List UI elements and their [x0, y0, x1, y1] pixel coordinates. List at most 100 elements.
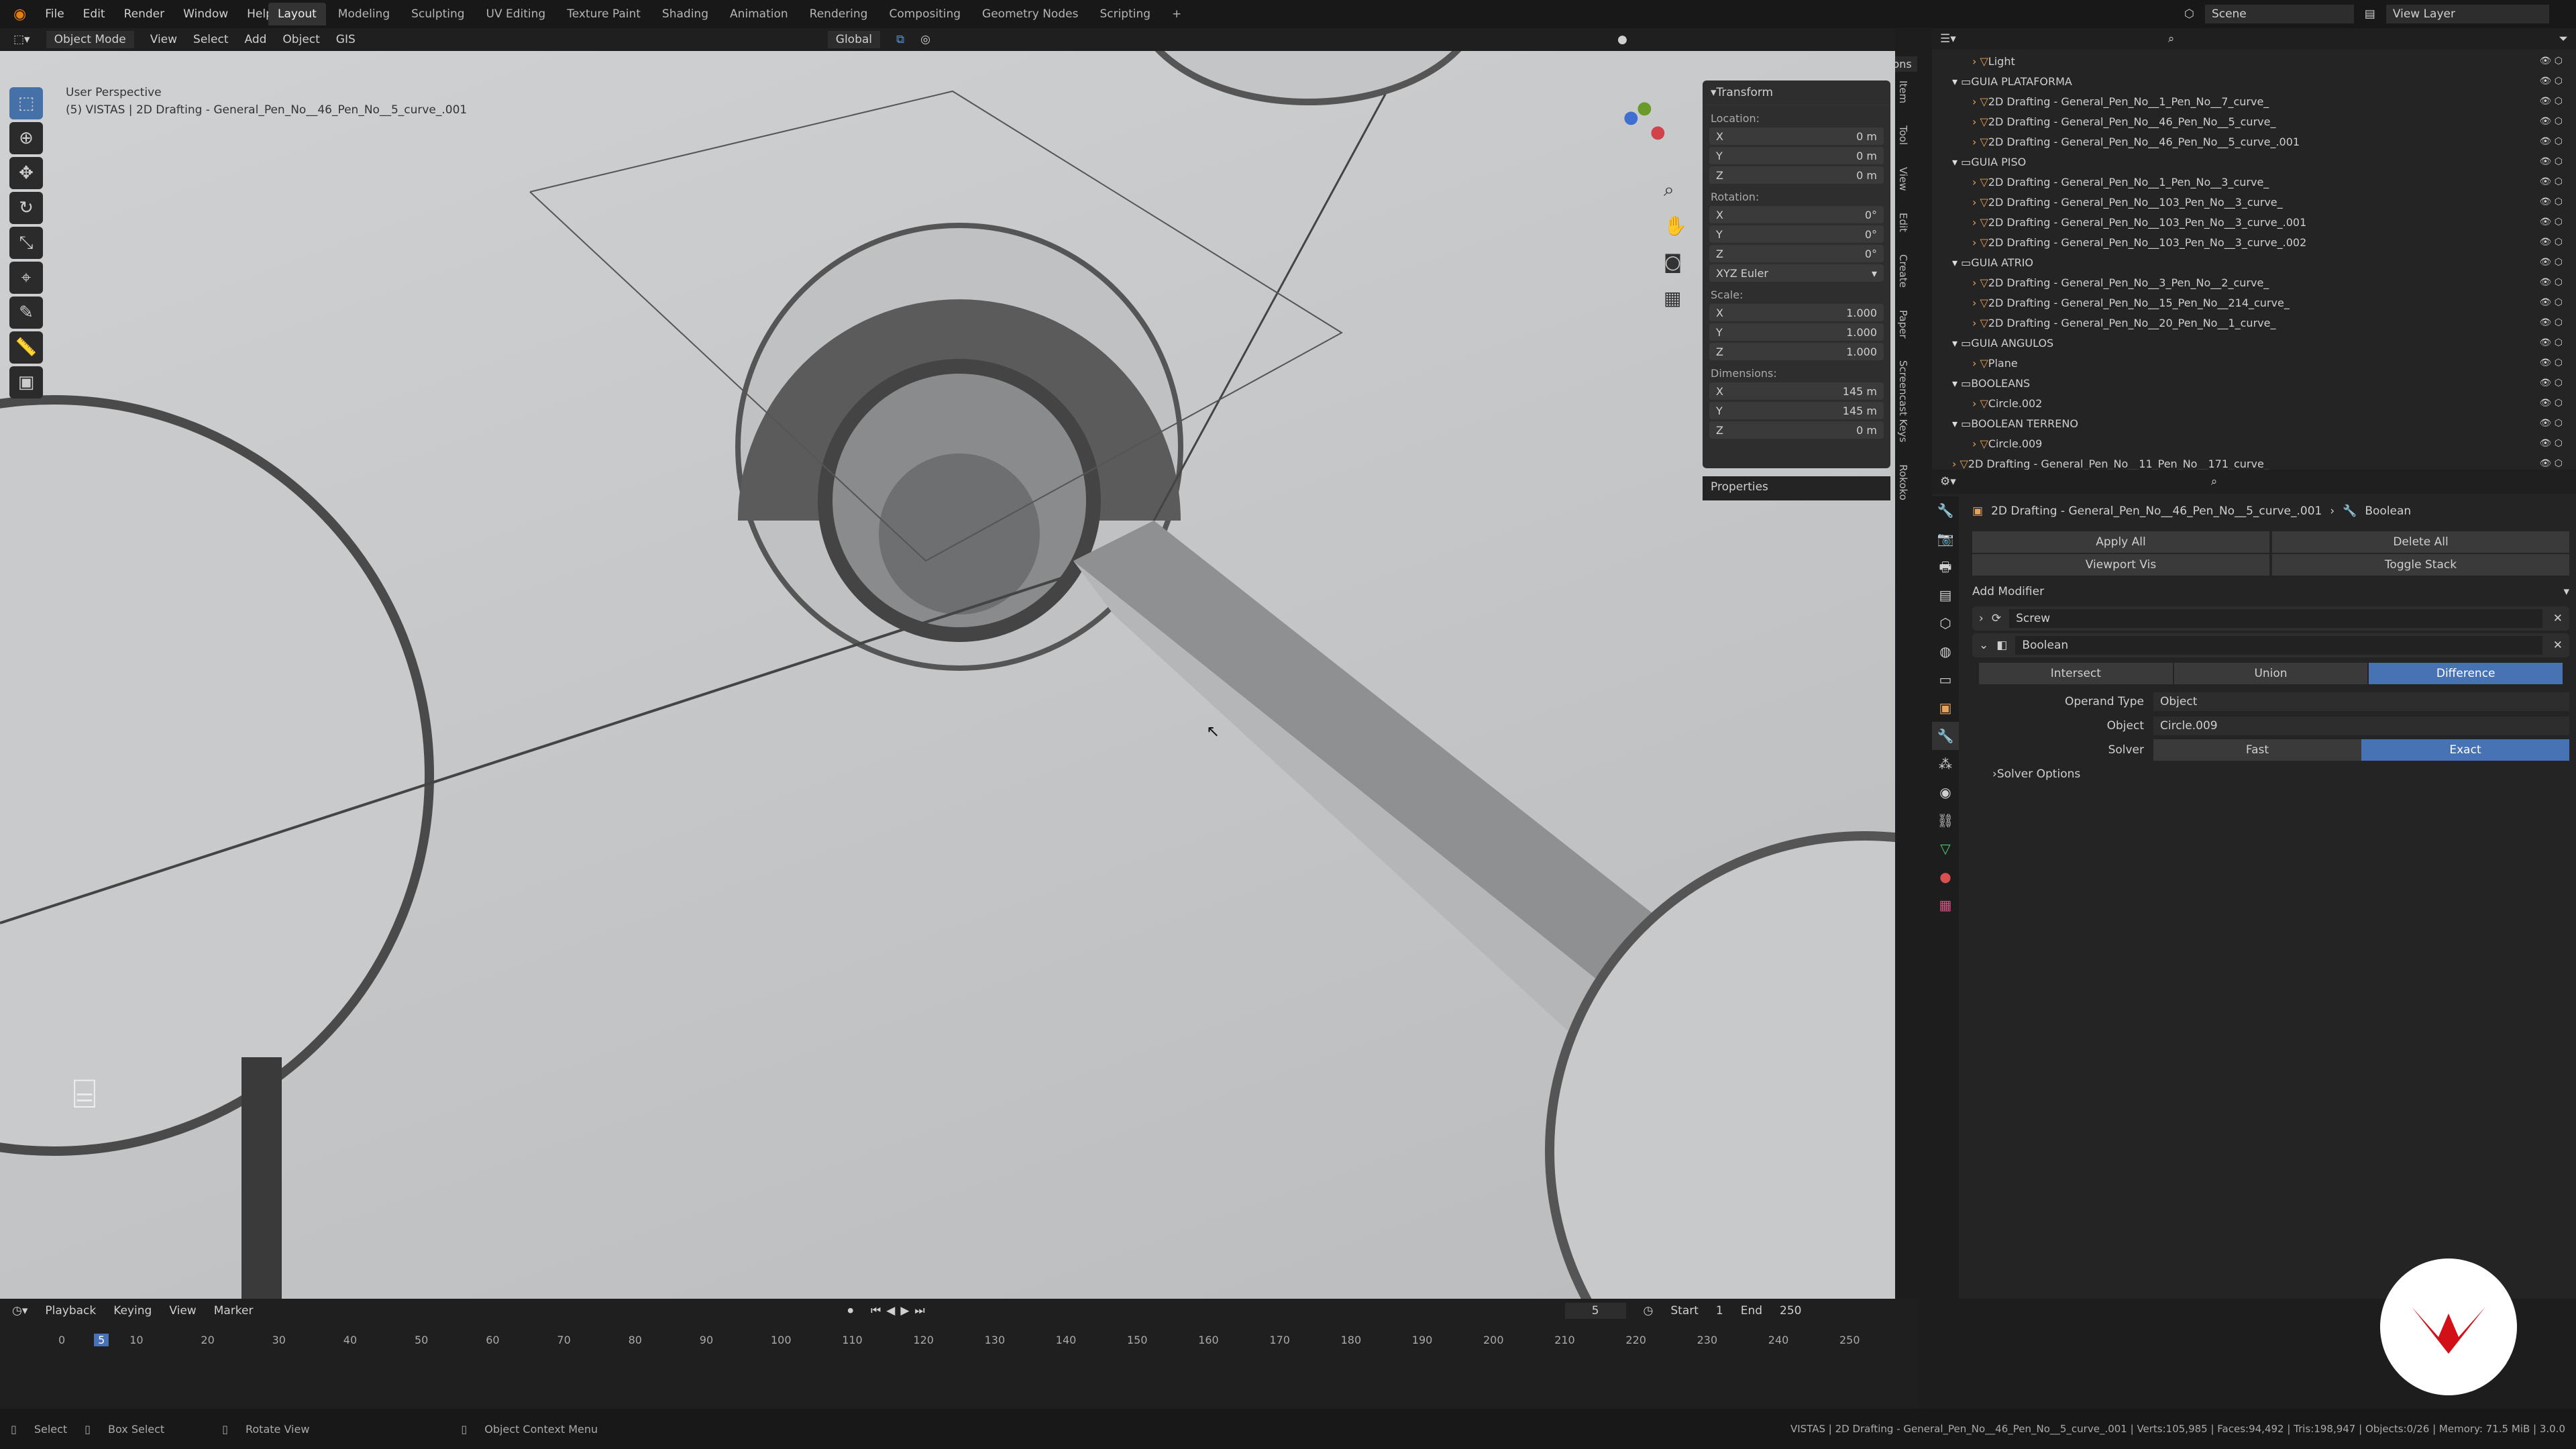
visibility-eye-icon[interactable]: 👁 ⬡	[2540, 156, 2576, 167]
data-tab-icon[interactable]: ▽	[1932, 835, 1959, 863]
visibility-eye-icon[interactable]: 👁 ⬡	[2540, 458, 2576, 469]
modifier-screw-name[interactable]: Screw	[2009, 609, 2542, 628]
move-tool-icon[interactable]: ✥	[9, 157, 43, 189]
measure-tool-icon[interactable]: 📏	[9, 331, 43, 364]
orientation-select[interactable]: Global	[827, 31, 881, 48]
tab-layout[interactable]: Layout	[268, 3, 326, 25]
tab-rokoko[interactable]: Rokoko	[1897, 464, 1909, 500]
outliner-item[interactable]: › ▽ 2D Drafting - General_Pen_No__1_Pen_…	[1932, 91, 2576, 111]
expand-icon[interactable]: ›	[1979, 612, 1984, 625]
mode-select[interactable]: Object Mode	[46, 31, 134, 48]
navigation-gizmo[interactable]: ● ● ●	[1610, 98, 1677, 165]
tab-compositing[interactable]: Compositing	[879, 3, 970, 25]
outliner-item[interactable]: › ▽ Plane 👁 ⬡	[1932, 353, 2576, 373]
properties-subpanel[interactable]: Properties	[1703, 476, 1890, 500]
vp-menu-gis[interactable]: GIS	[336, 33, 356, 46]
scene-field[interactable]: Scene	[2204, 5, 2354, 23]
menu-window[interactable]: Window	[183, 7, 228, 21]
vp-menu-add[interactable]: Add	[245, 33, 267, 46]
visibility-eye-icon[interactable]: 👁 ⬡	[2540, 337, 2576, 348]
constraints-tab-icon[interactable]: ⛓	[1932, 806, 1959, 835]
texture-tab-icon[interactable]: ▦	[1932, 891, 1959, 919]
visibility-eye-icon[interactable]: 👁 ⬡	[2540, 176, 2576, 187]
visibility-eye-icon[interactable]: 👁 ⬡	[2540, 217, 2576, 227]
op-union[interactable]: Union	[2174, 663, 2368, 684]
visibility-eye-icon[interactable]: 👁 ⬡	[2540, 96, 2576, 107]
material-tab-icon[interactable]: ●	[1932, 863, 1959, 891]
z-axis-icon[interactable]: ●	[1623, 107, 1639, 127]
viewport-vis-button[interactable]: Viewport Vis	[1972, 554, 2269, 576]
modifier-boolean-name[interactable]: Boolean	[2015, 636, 2542, 655]
tab-view[interactable]: View	[1897, 167, 1909, 191]
visibility-eye-icon[interactable]: 👁 ⬡	[2540, 116, 2576, 127]
grid-icon[interactable]: ▦	[1664, 280, 1687, 317]
outliner-item[interactable]: › ▽ 2D Drafting - General_Pen_No__103_Pe…	[1932, 232, 2576, 252]
x-axis-icon[interactable]: ●	[1650, 122, 1666, 142]
visibility-eye-icon[interactable]: 👁 ⬡	[2540, 418, 2576, 429]
transform-title[interactable]: Transform	[1717, 86, 1774, 99]
outliner-item[interactable]: › ▽ Circle.002 👁 ⬡	[1932, 393, 2576, 413]
visibility-eye-icon[interactable]: 👁 ⬡	[2540, 378, 2576, 388]
zoom-icon[interactable]: ⌕	[1664, 172, 1687, 208]
visibility-eye-icon[interactable]: 👁 ⬡	[2540, 76, 2576, 87]
outliner-item[interactable]: › ▽ Light 👁 ⬡	[1932, 51, 2576, 71]
outliner-item[interactable]: › ▽ 2D Drafting - General_Pen_No__103_Pe…	[1932, 212, 2576, 232]
blender-logo-icon[interactable]: ◉	[13, 6, 26, 23]
outliner-item[interactable]: › ▽ 2D Drafting - General_Pen_No__46_Pen…	[1932, 131, 2576, 152]
scale-y-field[interactable]: Y 1.000	[1709, 323, 1884, 341]
solver-fast[interactable]: Fast	[2153, 739, 2361, 761]
output-tab-icon[interactable]: 🖶	[1932, 553, 1959, 581]
world-tab-icon[interactable]: ◍	[1932, 637, 1959, 665]
add-workspace-icon[interactable]: +	[1163, 3, 1191, 25]
select-tool-icon[interactable]: ⬚	[9, 87, 43, 119]
op-intersect[interactable]: Intersect	[1979, 663, 2173, 684]
visibility-eye-icon[interactable]: 👁 ⬡	[2540, 358, 2576, 368]
camera-icon[interactable]: ◙	[1664, 244, 1687, 280]
particles-tab-icon[interactable]: ⁂	[1932, 750, 1959, 778]
cursor-tool-icon[interactable]: ⊕	[9, 122, 43, 154]
tab-edit[interactable]: Edit	[1897, 213, 1909, 232]
vp-menu-select[interactable]: Select	[193, 33, 228, 46]
visibility-eye-icon[interactable]: 👁 ⬡	[2540, 136, 2576, 147]
tab-sculpting[interactable]: Sculpting	[402, 3, 474, 25]
object-tab-icon[interactable]: ▣	[1932, 694, 1959, 722]
outliner-item[interactable]: › ▽ 2D Drafting - General_Pen_No__46_Pen…	[1932, 111, 2576, 131]
dim-x-field[interactable]: X 145 m	[1709, 382, 1884, 400]
visibility-eye-icon[interactable]: 👁 ⬡	[2540, 277, 2576, 288]
dim-z-field[interactable]: Z0 m	[1709, 421, 1884, 439]
modifier-screw[interactable]: › ⟳ Screw ✕	[1972, 606, 2569, 631]
tab-animation[interactable]: Animation	[720, 3, 798, 25]
menu-edit[interactable]: Edit	[83, 7, 105, 21]
outliner-item[interactable]: › ▽ 2D Drafting - General_Pen_No__3_Pen_…	[1932, 272, 2576, 292]
visibility-eye-icon[interactable]: 👁 ⬡	[2540, 438, 2576, 449]
tab-paper[interactable]: Paper	[1897, 310, 1909, 338]
collection-tab-icon[interactable]: ▭	[1932, 665, 1959, 694]
solver-options[interactable]: › Solver Options	[1972, 762, 2569, 786]
modifier-close-icon[interactable]: ✕	[2553, 612, 2563, 625]
search-icon[interactable]: ⌕	[2168, 32, 2175, 46]
tab-create[interactable]: Create	[1897, 254, 1909, 288]
modifier-close-icon[interactable]: ✕	[2553, 639, 2563, 652]
visibility-eye-icon[interactable]: 👁 ⬡	[2540, 197, 2576, 207]
collapse-icon[interactable]: ⌄	[1979, 639, 1988, 652]
visibility-eye-icon[interactable]: 👁 ⬡	[2540, 317, 2576, 328]
render-tab-icon[interactable]: 📷	[1932, 525, 1959, 553]
visibility-eye-icon[interactable]: 👁 ⬡	[2540, 237, 2576, 248]
add-modifier-button[interactable]: Add Modifier ▾	[1972, 580, 2569, 604]
outliner-item[interactable]: › ▽ Circle.009 👁 ⬡	[1932, 433, 2576, 453]
rot-y-field[interactable]: Y 0°	[1709, 225, 1884, 243]
tab-texture-paint[interactable]: Texture Paint	[557, 3, 650, 25]
3d-viewport[interactable]: User Perspective (5) VISTAS | 2D Draftin…	[0, 51, 1895, 1299]
tab-rendering[interactable]: Rendering	[800, 3, 877, 25]
toggle-stack-button[interactable]: Toggle Stack	[2272, 554, 2569, 576]
rotation-mode-select[interactable]: XYZ Euler ▾	[1709, 264, 1884, 282]
outliner-item[interactable]: ▾ ▭ GUIA ANGULOS 👁 ⬡	[1932, 333, 2576, 353]
tab-item[interactable]: Item	[1897, 80, 1909, 103]
outliner-item[interactable]: ▾ ▭ BOOLEANS 👁 ⬡	[1932, 373, 2576, 393]
modifier-tab-icon[interactable]: 🔧	[1932, 722, 1959, 750]
tab-modeling[interactable]: Modeling	[329, 3, 399, 25]
physics-tab-icon[interactable]: ◉	[1932, 778, 1959, 806]
tab-tool[interactable]: Tool	[1897, 125, 1909, 145]
menu-render[interactable]: Render	[124, 7, 165, 21]
modifier-boolean[interactable]: ⌄ ◧ Boolean ✕	[1972, 633, 2569, 657]
